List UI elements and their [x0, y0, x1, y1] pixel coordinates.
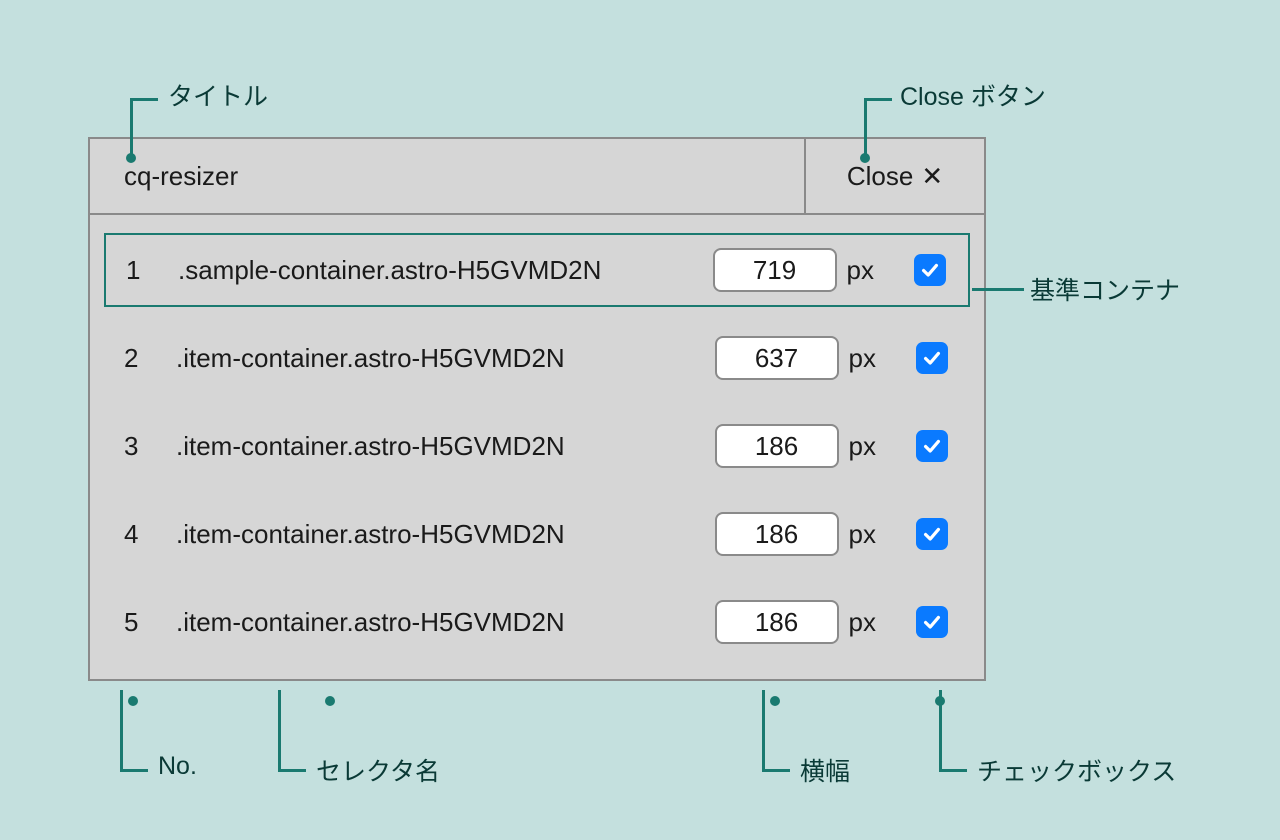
px-unit-label: px: [849, 343, 876, 374]
px-unit-label: px: [847, 255, 874, 286]
panel-header: cq-resizer Close ✕: [90, 139, 984, 215]
close-label: Close: [847, 161, 913, 192]
row-width-group: px: [715, 600, 876, 644]
row-selector: .sample-container.astro-H5GVMD2N: [178, 255, 713, 286]
annotation-dot: [860, 153, 870, 163]
annotation-selector-name: セレクタ名: [316, 752, 440, 788]
row-width-group: px: [715, 424, 876, 468]
annotation-dot: [325, 696, 335, 706]
check-icon: [921, 435, 943, 457]
close-button[interactable]: Close ✕: [804, 139, 984, 213]
check-icon: [921, 611, 943, 633]
row-width-group: px: [715, 336, 876, 380]
check-icon: [921, 347, 943, 369]
row-checkbox-cell: [912, 254, 948, 286]
list-row: 3.item-container.astro-H5GVMD2N px: [104, 409, 970, 483]
list-row: 4.item-container.astro-H5GVMD2N px: [104, 497, 970, 571]
annotation-line: [278, 690, 281, 770]
annotation-title: タイトル: [168, 77, 268, 113]
cq-resizer-panel: cq-resizer Close ✕ 1.sample-container.as…: [88, 137, 986, 681]
annotation-line: [120, 690, 123, 770]
close-icon: ✕: [921, 161, 943, 192]
row-checkbox[interactable]: [916, 518, 948, 550]
row-number: 1: [120, 255, 178, 286]
width-input[interactable]: [715, 424, 839, 468]
panel-body: 1.sample-container.astro-H5GVMD2Npx2.ite…: [90, 215, 984, 679]
width-input[interactable]: [715, 600, 839, 644]
annotation-dot: [935, 696, 945, 706]
px-unit-label: px: [849, 519, 876, 550]
width-input[interactable]: [713, 248, 837, 292]
annotation-line: [762, 769, 790, 772]
row-selector: .item-container.astro-H5GVMD2N: [176, 607, 715, 638]
annotation-width: 横幅: [800, 752, 850, 788]
annotation-dot: [126, 153, 136, 163]
row-selector: .item-container.astro-H5GVMD2N: [176, 519, 715, 550]
annotation-close-button: Close ボタン: [900, 77, 1046, 113]
check-icon: [919, 259, 941, 281]
annotation-line: [762, 690, 765, 770]
row-checkbox[interactable]: [916, 342, 948, 374]
annotation-checkbox: チェックボックス: [977, 752, 1176, 788]
annotation-line: [972, 288, 1024, 291]
row-checkbox-cell: [914, 342, 950, 374]
row-checkbox-cell: [914, 518, 950, 550]
panel-title: cq-resizer: [90, 139, 804, 213]
row-selector: .item-container.astro-H5GVMD2N: [176, 431, 715, 462]
row-checkbox[interactable]: [916, 430, 948, 462]
row-number: 5: [118, 607, 176, 638]
annotation-line: [864, 98, 892, 101]
annotation-dot: [128, 696, 138, 706]
row-width-group: px: [715, 512, 876, 556]
annotation-line: [278, 769, 306, 772]
px-unit-label: px: [849, 431, 876, 462]
annotation-line: [130, 98, 133, 158]
row-selector: .item-container.astro-H5GVMD2N: [176, 343, 715, 374]
row-number: 2: [118, 343, 176, 374]
width-input[interactable]: [715, 512, 839, 556]
width-input[interactable]: [715, 336, 839, 380]
annotation-line: [120, 769, 148, 772]
check-icon: [921, 523, 943, 545]
list-row: 2.item-container.astro-H5GVMD2N px: [104, 321, 970, 395]
row-number: 3: [118, 431, 176, 462]
row-checkbox-cell: [914, 606, 950, 638]
list-row: 1.sample-container.astro-H5GVMD2N px: [104, 233, 970, 307]
row-number: 4: [118, 519, 176, 550]
row-width-group: px: [713, 248, 874, 292]
annotation-line: [939, 769, 967, 772]
annotation-base-container: 基準コンテナ: [1030, 271, 1180, 307]
row-checkbox[interactable]: [916, 606, 948, 638]
list-row: 5.item-container.astro-H5GVMD2N px: [104, 585, 970, 659]
px-unit-label: px: [849, 607, 876, 638]
row-checkbox-cell: [914, 430, 950, 462]
annotation-dot: [770, 696, 780, 706]
annotation-line: [130, 98, 158, 101]
annotation-line: [864, 98, 867, 158]
row-checkbox[interactable]: [914, 254, 946, 286]
annotation-no: No.: [158, 752, 197, 781]
